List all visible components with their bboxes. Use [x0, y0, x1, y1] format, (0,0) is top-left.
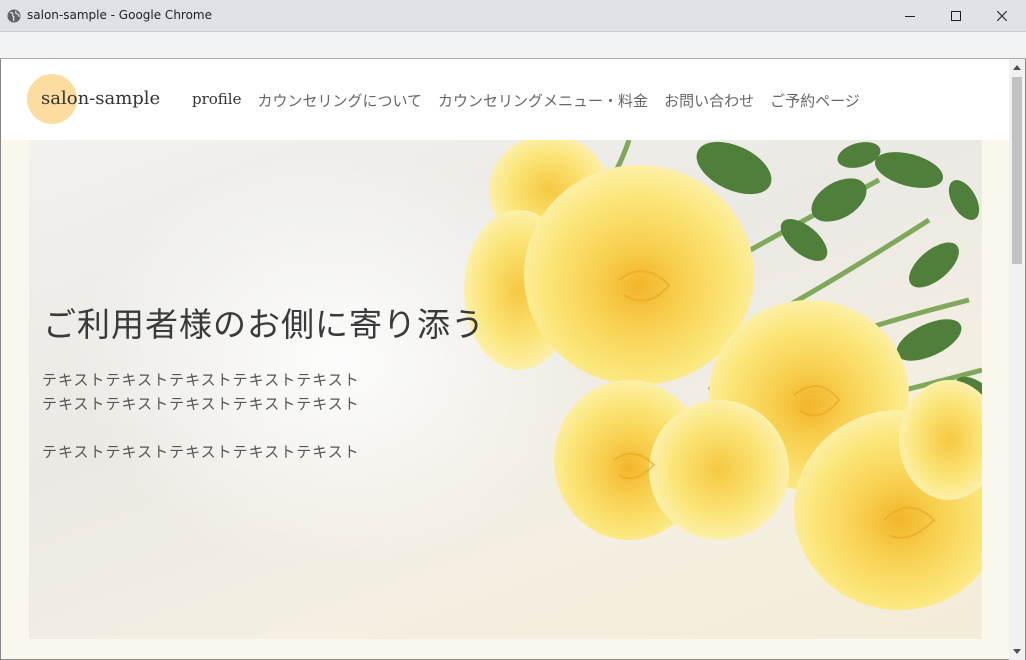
- vertical-scrollbar[interactable]: [1009, 59, 1026, 660]
- close-button[interactable]: [979, 0, 1025, 32]
- scroll-down-icon[interactable]: [1013, 649, 1021, 654]
- maximize-button[interactable]: [933, 0, 979, 32]
- nav-item-counseling-menu[interactable]: カウンセリングメニュー・料金: [438, 90, 648, 111]
- hero-image: ご利用者様のお側に寄り添う テキストテキストテキストテキストテキスト テキストテ…: [29, 140, 982, 639]
- nav-item-contact[interactable]: お問い合わせ: [664, 90, 754, 111]
- window-titlebar: salon-sample - Google Chrome: [0, 0, 1026, 32]
- nav-item-reservation[interactable]: ご予約ページ: [770, 90, 860, 111]
- hero-heading: ご利用者様のお側に寄り添う: [43, 305, 485, 344]
- minimize-icon: [905, 16, 915, 17]
- site-logo[interactable]: salon-sample: [41, 88, 160, 109]
- main-nav: profile カウンセリングについて カウンセリングメニュー・料金 お問い合わ…: [192, 90, 876, 111]
- site-header: salon-sample profile カウンセリングについて カウンセリング…: [1, 59, 1009, 140]
- hero-text-line-1: テキストテキストテキストテキストテキスト: [42, 371, 360, 389]
- nav-item-counseling-about[interactable]: カウンセリングについて: [257, 90, 422, 111]
- page-viewport: salon-sample profile カウンセリングについて カウンセリング…: [0, 59, 1009, 660]
- scroll-thumb[interactable]: [1012, 77, 1022, 264]
- close-icon: [997, 11, 1007, 21]
- browser-toolbar: [0, 32, 1026, 59]
- maximize-icon: [951, 11, 961, 21]
- hero-text-line-2: テキストテキストテキストテキストテキスト: [42, 395, 360, 413]
- minimize-button[interactable]: [887, 0, 933, 32]
- nav-item-profile[interactable]: profile: [192, 90, 241, 111]
- hero-text-line-3: テキストテキストテキストテキストテキスト: [42, 443, 360, 461]
- window-title: salon-sample - Google Chrome: [27, 8, 213, 22]
- scroll-up-icon[interactable]: [1013, 65, 1021, 70]
- globe-icon: [7, 9, 21, 23]
- hero-section: ご利用者様のお側に寄り添う テキストテキストテキストテキストテキスト テキストテ…: [1, 140, 1009, 659]
